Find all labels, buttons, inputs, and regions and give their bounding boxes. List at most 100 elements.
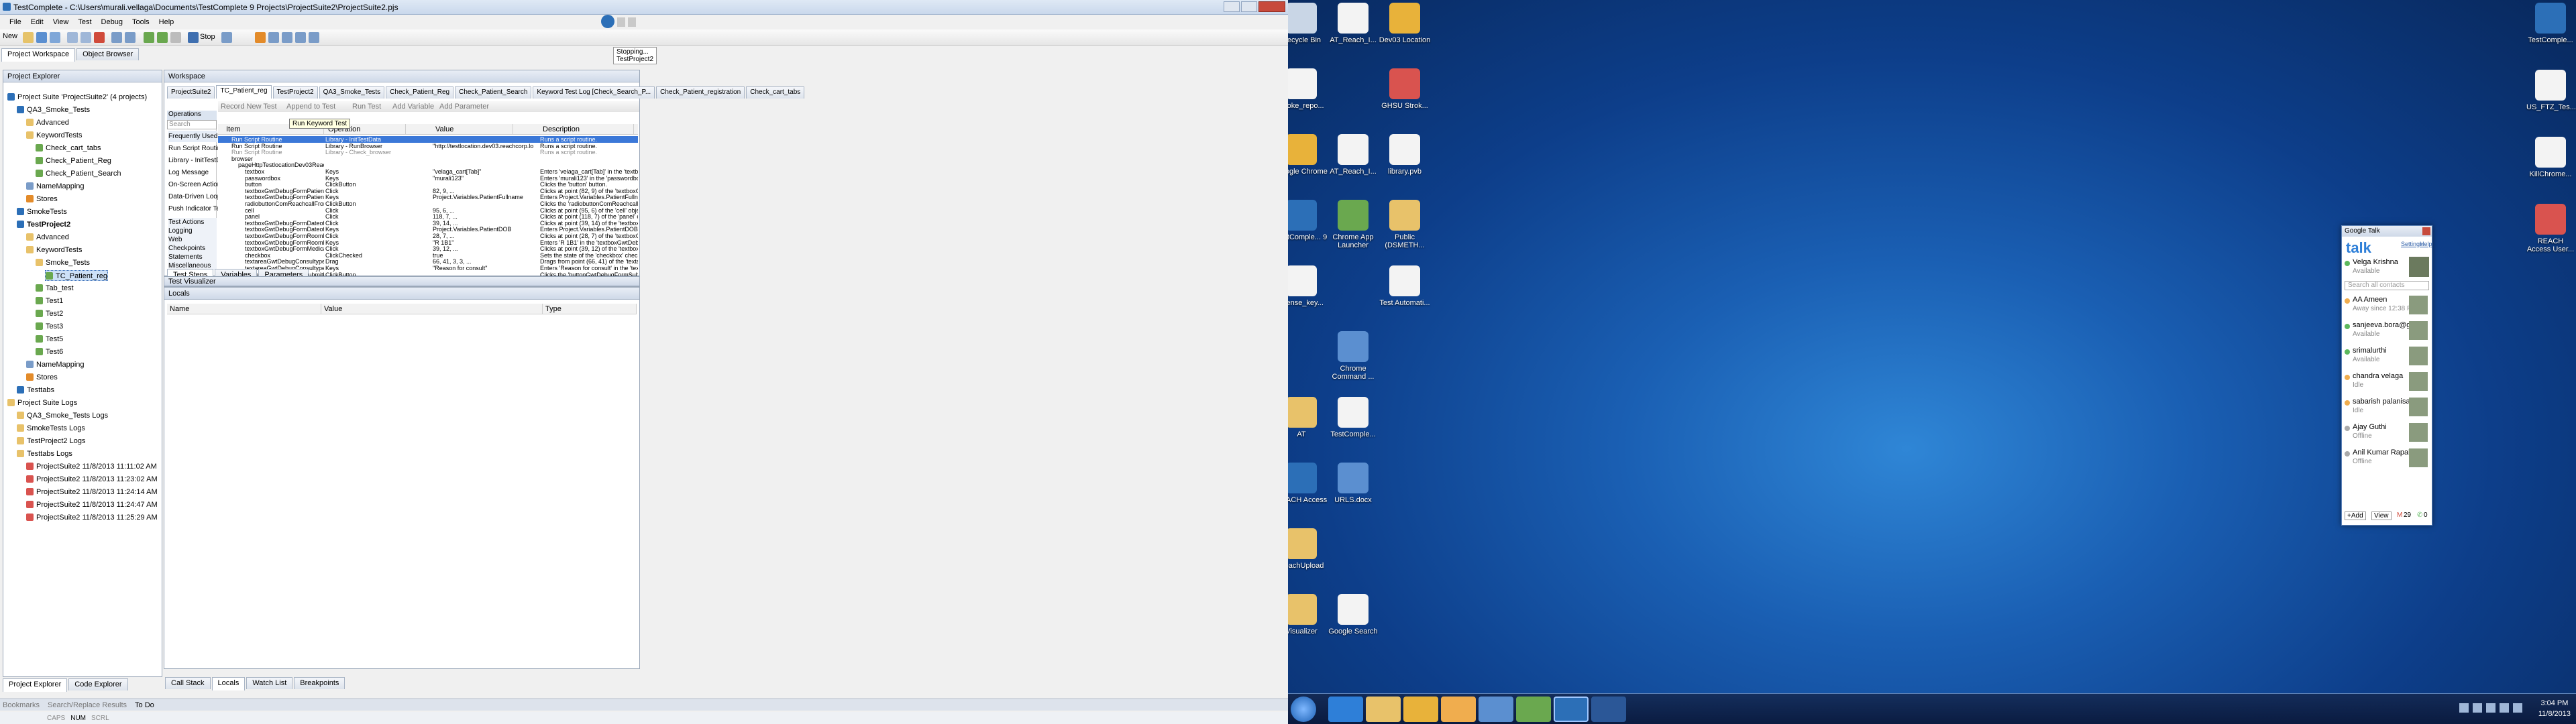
operation-category[interactable]: Web xyxy=(168,235,217,244)
operation-item[interactable]: Log Message xyxy=(168,167,209,178)
tree-node[interactable]: TestProject2 Logs xyxy=(17,436,85,446)
tree-node[interactable]: Check_cart_tabs xyxy=(36,143,101,154)
tab-project-workspace[interactable]: Project Workspace xyxy=(1,48,76,62)
menu-debug[interactable]: Debug xyxy=(101,18,123,26)
operation-item[interactable]: Frequently Used xyxy=(168,131,218,142)
table-row[interactable]: textareaGwtDebugConsultypedetaiDrag 66, 4… xyxy=(218,258,638,265)
desktop-icon[interactable]: license_key... xyxy=(1288,265,1332,307)
table-row[interactable]: textboxGwtDebugFormRoomBedClick 28, 7, ..… xyxy=(218,233,638,239)
pause-tray-icon[interactable] xyxy=(617,17,625,27)
tree-node[interactable]: Testtabs xyxy=(17,385,54,396)
stop-tray-icon[interactable] xyxy=(628,17,636,27)
operation-item[interactable]: On-Screen Action xyxy=(168,179,221,190)
tab-todo[interactable]: To Do xyxy=(135,701,154,709)
run-project-icon[interactable] xyxy=(157,32,168,43)
tree-node[interactable]: ProjectSuite2 11/8/2013 11:11:02 AM xyxy=(26,461,157,472)
desktop-icon[interactable]: ReachUpload xyxy=(1288,528,1332,570)
contact-item[interactable]: sabarish palanisamy Idle xyxy=(2345,398,2428,422)
tree-node[interactable]: Project Suite 'ProjectSuite2' (4 project… xyxy=(7,92,147,103)
menu-test[interactable]: Test xyxy=(78,18,91,26)
workspace-tab[interactable]: Check_Patient_Reg xyxy=(386,86,454,99)
tree-node[interactable]: KeywordTests xyxy=(26,245,82,255)
contact-item[interactable]: Ajay Guthi Offline xyxy=(2345,423,2428,447)
table-row[interactable]: panel Click 118, 7, ... Clicks at point (11… xyxy=(218,213,638,220)
workspace-tab[interactable]: QA3_Smoke_Tests xyxy=(319,86,385,99)
tab-watch-list[interactable]: Watch List xyxy=(246,677,293,689)
table-row[interactable]: textbox Keys "velaga_cart[Tab]" Enters 'vel… xyxy=(218,168,638,175)
pause-icon[interactable] xyxy=(170,32,181,43)
my-avatar[interactable] xyxy=(2409,257,2429,277)
append-to-test-button[interactable]: Append to Test xyxy=(286,103,335,111)
desktop-icon[interactable]: Dev03 Location xyxy=(1374,3,1436,44)
workspace-tab[interactable]: Keyword Test Log [Check_Search_P... xyxy=(533,86,655,99)
desktop-icon[interactable]: KillChrome... xyxy=(2526,137,2575,178)
tree-node[interactable]: SmokeTests Logs xyxy=(17,423,85,434)
tree-node[interactable]: Check_Patient_Reg xyxy=(36,156,111,166)
open-icon[interactable] xyxy=(23,32,34,43)
tree-node[interactable]: QA3_Smoke_Tests Logs xyxy=(17,410,108,421)
add-variable-button[interactable]: Add Variable xyxy=(392,103,434,111)
desktop-icon[interactable]: Chrome Command ... xyxy=(1322,331,1384,381)
tree-node[interactable]: KeywordTests xyxy=(26,130,82,141)
table-row[interactable]: textboxGwtDebugFormDateofbirthClick 39, 1… xyxy=(218,220,638,227)
add-parameter-button[interactable]: Add Parameter xyxy=(439,103,489,111)
table-row[interactable]: textboxGwtDebugFormDateofbirthKeys Projec… xyxy=(218,226,638,233)
operation-item[interactable]: Run Script Routine xyxy=(168,143,225,154)
gtalk-search-input[interactable]: Search all contacts xyxy=(2345,281,2429,290)
table-row[interactable]: button ClickButton Clicks the 'button' but… xyxy=(218,181,638,188)
run-icon[interactable] xyxy=(144,32,154,43)
tree-node[interactable]: Test6 xyxy=(36,347,63,357)
network-icon[interactable] xyxy=(2500,703,2509,713)
tree-node[interactable]: Check_Patient_Search xyxy=(36,168,121,179)
layout4-icon[interactable] xyxy=(309,32,319,43)
layout2-icon[interactable] xyxy=(282,32,292,43)
ie-taskbar-icon[interactable] xyxy=(1328,697,1363,722)
stop-button[interactable]: Stop xyxy=(200,33,215,41)
tree-node[interactable]: TC_Patient_reg xyxy=(45,270,109,281)
tab-locals[interactable]: Locals xyxy=(211,677,246,690)
table-row[interactable]: textboxGwtDebugFormRoomBedKeys "R 1B1" Ent… xyxy=(218,239,638,246)
tree-node[interactable]: QA3_Smoke_Tests xyxy=(17,105,90,115)
col-value[interactable]: Value xyxy=(433,124,513,135)
desktop-icon[interactable]: US_FTZ_Tes... xyxy=(2526,70,2576,111)
undo-icon[interactable] xyxy=(111,32,122,43)
table-row[interactable]: checkbox ClickChecked true Sets the state o… xyxy=(218,252,638,259)
operation-category[interactable]: Checkpoints xyxy=(168,244,217,253)
my-status[interactable]: Available xyxy=(2353,267,2379,275)
menu-help[interactable]: Help xyxy=(159,18,174,26)
menu-edit[interactable]: Edit xyxy=(31,18,44,26)
copy-icon[interactable] xyxy=(80,32,91,43)
tree-node[interactable]: ProjectSuite2 11/8/2013 11:25:29 AM xyxy=(26,512,158,523)
tab-code-explorer[interactable]: Code Explorer xyxy=(68,678,128,690)
tree-node[interactable]: Project Suite Logs xyxy=(7,398,77,408)
close-button[interactable] xyxy=(1258,1,1285,12)
tree-node[interactable]: Test1 xyxy=(36,296,63,306)
sticky-taskbar-icon[interactable] xyxy=(1441,697,1476,722)
locals-col-name[interactable]: Name xyxy=(167,304,321,314)
tab-call-stack[interactable]: Call Stack xyxy=(165,677,211,689)
tree-node[interactable]: Testtabs Logs xyxy=(17,448,72,459)
tray-icon-2[interactable] xyxy=(2473,703,2482,713)
locals-col-value[interactable]: Value xyxy=(321,304,543,314)
contact-item[interactable]: Anil Kumar Rapalla Offline xyxy=(2345,448,2428,473)
table-row[interactable]: Run Script Routine Library - Check_browse… xyxy=(218,149,638,156)
explorer-taskbar-icon[interactable] xyxy=(1366,697,1401,722)
desktop-icon[interactable]: Public (DSMETH... xyxy=(1374,200,1436,249)
tree-node[interactable]: Test2 xyxy=(36,308,63,319)
testcomplete-tray-icon[interactable] xyxy=(601,15,614,28)
tree-node[interactable]: Advanced xyxy=(26,117,69,128)
desktop-icon[interactable]: REACH Access User... xyxy=(2526,204,2575,253)
record-icon[interactable] xyxy=(221,32,232,43)
desktop-icon[interactable]: Google Search xyxy=(1322,594,1384,636)
table-row[interactable]: passwordbox Keys "murali123" Enters 'murali… xyxy=(218,175,638,182)
workspace-tab[interactable]: Check_Patient_registration xyxy=(656,86,745,99)
tree-node[interactable]: NameMapping xyxy=(26,181,85,192)
tray-icon-3[interactable] xyxy=(2486,703,2496,713)
operation-category[interactable]: Statements xyxy=(168,253,217,261)
workspace-tab[interactable]: Check_cart_tabs xyxy=(746,86,805,99)
desktop-icon[interactable]: URLS.docx xyxy=(1322,463,1384,504)
layout3-icon[interactable] xyxy=(295,32,306,43)
gtalk-help-link[interactable]: Help xyxy=(2420,241,2432,247)
tree-node[interactable]: Test3 xyxy=(36,321,63,332)
workspace-tab[interactable]: ProjectSuite2 xyxy=(167,86,215,99)
